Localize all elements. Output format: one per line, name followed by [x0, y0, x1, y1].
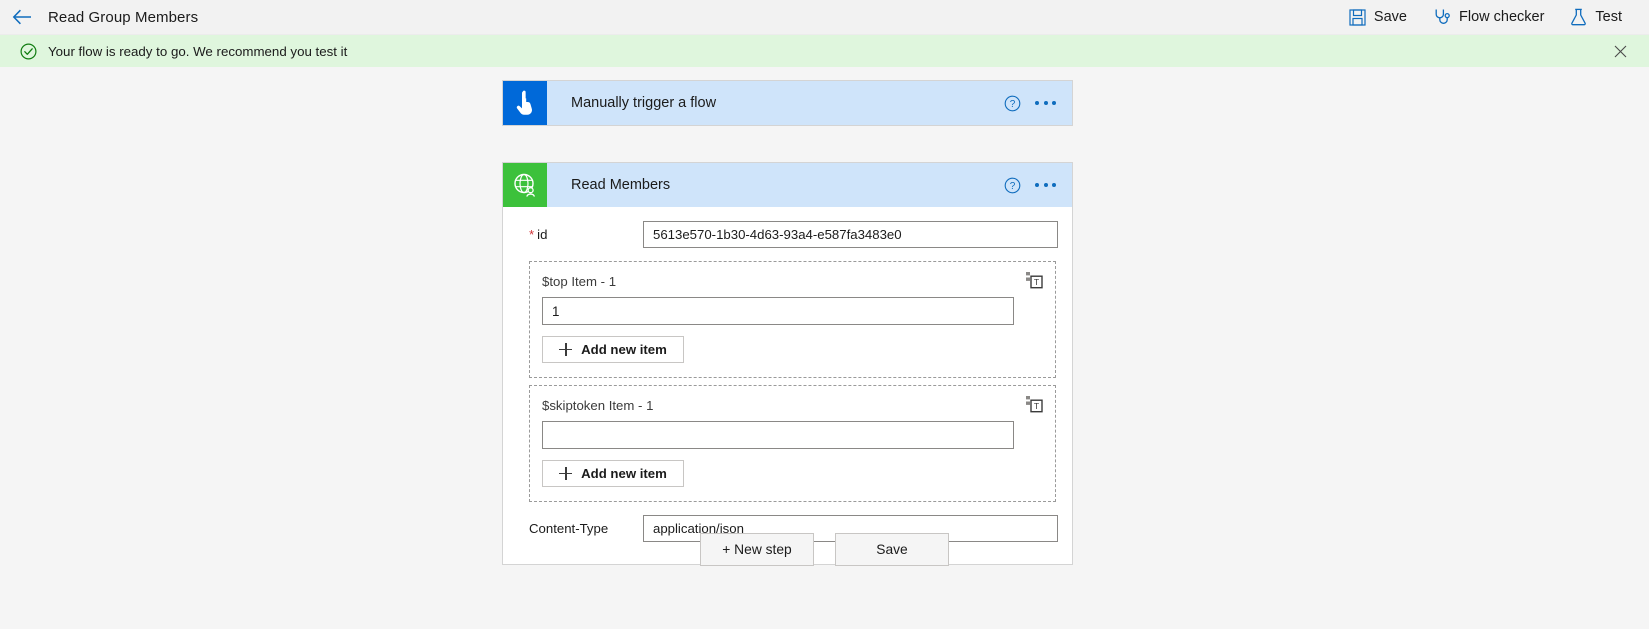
plus-icon [559, 467, 573, 480]
skiptoken-item-input[interactable] [542, 421, 1014, 449]
top-add-new-item-label: Add new item [581, 342, 667, 357]
action-icon-tile [503, 163, 547, 207]
top-command-bar: Read Group Members Save Flow checker Tes… [0, 0, 1649, 35]
field-row-id: * id 5613e570-1b30-4d63-93a4-e587fa3483e0 [517, 215, 1058, 254]
skiptoken-add-new-item-label: Add new item [581, 466, 667, 481]
save-button-label: Save [1373, 9, 1407, 25]
action-card-actions: ? [1004, 177, 1072, 194]
text-mode-icon: T [1026, 396, 1043, 413]
ellipsis-dot [1035, 183, 1039, 187]
new-step-button[interactable]: + New step [700, 533, 814, 566]
trigger-card-title: Manually trigger a flow [571, 95, 717, 111]
svg-text:T: T [1034, 277, 1040, 287]
flow-checker-button-label: Flow checker [1458, 9, 1545, 25]
globe-person-icon [514, 173, 536, 197]
manual-trigger-hand-icon [516, 90, 532, 115]
flow-checker-button[interactable]: Flow checker [1420, 0, 1557, 35]
stethoscope-icon [1435, 9, 1450, 24]
save-button[interactable]: Save [1336, 0, 1420, 35]
id-label-text: id [537, 227, 548, 242]
action-card[interactable]: Read Members ? * id 5613e570-1b30-4d63-9… [502, 162, 1073, 565]
action-card-body: * id 5613e570-1b30-4d63-93a4-e587fa3483e0… [503, 207, 1072, 564]
ellipsis-dot [1052, 183, 1056, 187]
trigger-card-actions: ? [1004, 95, 1072, 112]
back-button[interactable] [0, 0, 44, 35]
top-item-label: $top Item - 1 [542, 274, 617, 289]
help-circle-icon: ? [1004, 177, 1021, 193]
plus-icon [559, 343, 573, 356]
skiptoken-array-section: $skiptoken Item - 1 Add new item T [529, 385, 1056, 502]
top-item-input[interactable]: 1 [542, 297, 1014, 325]
notification-message: Your flow is ready to go. We recommend y… [48, 43, 348, 59]
top-array-section: $top Item - 1 1 Add new item T [529, 261, 1056, 378]
trigger-card[interactable]: Manually trigger a flow ? [502, 80, 1073, 126]
trigger-icon-tile [503, 81, 547, 125]
flow-canvas: Manually trigger a flow ? Read Members ?… [0, 67, 1649, 629]
trigger-help-button[interactable]: ? [1004, 95, 1021, 112]
test-button[interactable]: Test [1557, 0, 1635, 35]
action-menu-button[interactable] [1035, 183, 1056, 187]
text-mode-icon: T [1026, 272, 1043, 289]
toolbar-actions: Save Flow checker Test [1336, 0, 1649, 35]
skiptoken-add-new-item-button[interactable]: Add new item [542, 460, 684, 487]
required-asterisk: * [529, 227, 535, 242]
arrow-left-icon [12, 9, 31, 25]
test-button-label: Test [1595, 9, 1622, 25]
id-input[interactable]: 5613e570-1b30-4d63-93a4-e587fa3483e0 [643, 221, 1058, 248]
ellipsis-dot [1043, 183, 1048, 187]
action-help-button[interactable]: ? [1004, 177, 1021, 194]
top-add-new-item-button[interactable]: Add new item [542, 336, 684, 363]
svg-text:T: T [1034, 401, 1040, 411]
ellipsis-dot [1035, 101, 1039, 105]
skiptoken-text-mode-button[interactable]: T [1025, 395, 1043, 413]
help-circle-icon: ? [1004, 95, 1021, 111]
notification-close-button[interactable] [1605, 36, 1635, 66]
trigger-card-header[interactable]: Manually trigger a flow ? [503, 81, 1072, 125]
svg-text:?: ? [1010, 99, 1016, 110]
footer-save-button[interactable]: Save [835, 533, 949, 566]
skiptoken-item-label: $skiptoken Item - 1 [542, 398, 654, 413]
check-circle-icon [20, 42, 37, 60]
page-title: Read Group Members [48, 8, 199, 26]
ellipsis-dot [1043, 101, 1048, 105]
close-icon [1614, 45, 1626, 57]
ellipsis-dot [1052, 101, 1056, 105]
id-field-label: * id [517, 227, 643, 242]
footer-button-group: + New step Save [0, 533, 1649, 566]
trigger-menu-button[interactable] [1035, 101, 1056, 105]
top-text-mode-button[interactable]: T [1025, 271, 1043, 289]
flask-icon [1571, 8, 1587, 26]
action-card-header[interactable]: Read Members ? [503, 163, 1072, 207]
action-card-title: Read Members [571, 177, 671, 193]
svg-text:?: ? [1010, 181, 1016, 192]
save-floppy-icon [1349, 8, 1366, 26]
notification-bar: Your flow is ready to go. We recommend y… [0, 35, 1649, 67]
